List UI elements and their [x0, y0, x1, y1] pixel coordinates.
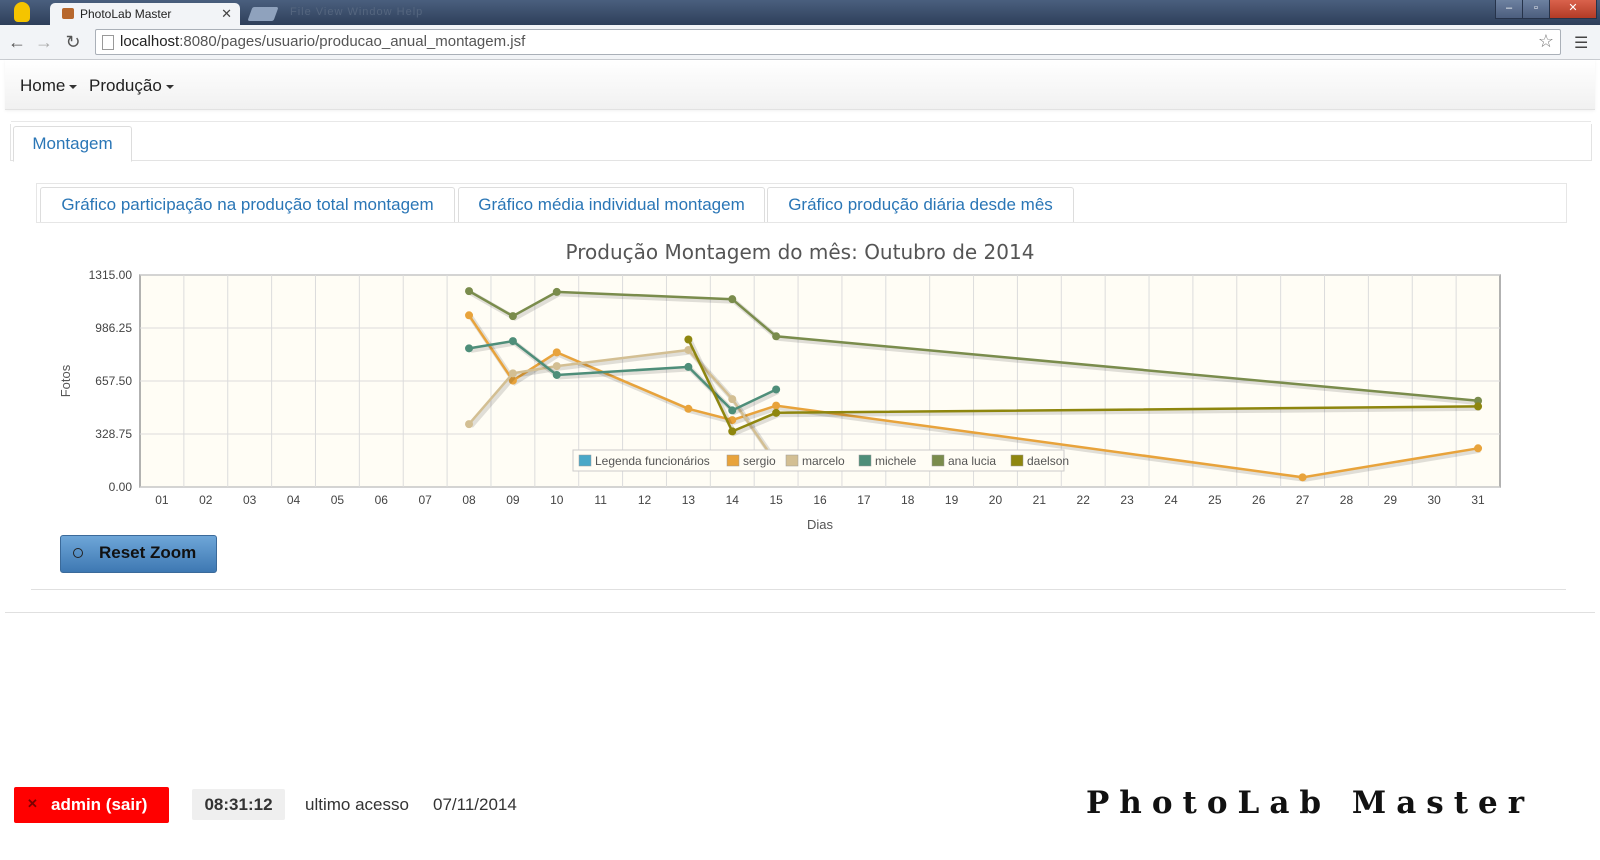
data-point: [684, 362, 693, 371]
data-point: [552, 348, 561, 357]
legend-label: daelson: [1027, 454, 1069, 468]
data-point: [508, 369, 517, 378]
last-access-label: ultimo acesso: [305, 795, 409, 814]
close-icon: ✕: [27, 796, 38, 811]
last-access-date: 07/11/2014: [433, 795, 517, 814]
data-point: [728, 395, 737, 404]
session-timer: 08:31:12: [192, 789, 285, 820]
x-tick-label: 23: [1120, 493, 1134, 507]
data-point: [1474, 402, 1483, 411]
x-tick-label: 31: [1471, 493, 1485, 507]
x-tick-label: 15: [769, 493, 783, 507]
data-point: [552, 370, 561, 379]
data-point: [465, 311, 474, 320]
x-tick-label: 22: [1077, 493, 1091, 507]
x-tick-label: 16: [813, 493, 827, 507]
data-point: [508, 312, 517, 321]
x-tick-label: 10: [550, 493, 564, 507]
data-point: [772, 332, 781, 341]
x-tick-label: 01: [155, 493, 169, 507]
production-chart: 0.00 328.75 657.50 986.25 1315.00 01 02 03 04 05 0…: [58, 268, 1501, 532]
data-point: [552, 287, 561, 296]
x-tick-label: 30: [1428, 493, 1442, 507]
x-tick-label: 02: [199, 493, 213, 507]
x-tick-label: 28: [1340, 493, 1354, 507]
data-point: [508, 337, 517, 346]
legend-swatch: [858, 454, 872, 467]
data-point: [465, 287, 474, 296]
x-tick-label: 04: [287, 493, 301, 507]
divider: [31, 589, 1566, 590]
x-tick-label: 24: [1164, 493, 1178, 507]
chart-legend: Legenda funcionários sergio marcelo michele…: [572, 449, 1069, 472]
x-tick-label: 27: [1296, 493, 1310, 507]
x-tick-label: 20: [989, 493, 1003, 507]
legend-swatch: [578, 454, 592, 467]
y-tick-label: 0.00: [109, 480, 133, 494]
divider: [5, 612, 1595, 613]
legend-label: michele: [875, 454, 917, 468]
x-tick-label: 19: [945, 493, 959, 507]
brand-logo-text: PhotoLab Master: [1086, 785, 1535, 821]
x-tick-label: 29: [1384, 493, 1398, 507]
x-axis-label: Dias: [807, 517, 834, 532]
y-tick-label: 1315.00: [89, 268, 133, 282]
x-tick-label: 13: [682, 493, 696, 507]
data-point: [1298, 473, 1307, 482]
legend-swatch: [726, 454, 740, 467]
data-point: [684, 404, 693, 413]
data-point: [552, 362, 561, 371]
x-tick-label: 14: [726, 493, 740, 507]
x-tick-label: 21: [1033, 493, 1047, 507]
reset-icon: [73, 548, 83, 558]
x-tick-label: 05: [331, 493, 345, 507]
data-point: [728, 406, 737, 415]
data-point: [772, 401, 781, 410]
data-point: [465, 420, 474, 429]
data-point: [465, 344, 474, 353]
x-tick-label: 17: [857, 493, 871, 507]
legend-label: Legenda funcionários: [595, 454, 710, 468]
x-tick-label: 09: [506, 493, 520, 507]
data-point: [728, 427, 737, 436]
y-tick-label: 328.75: [95, 427, 132, 441]
x-tick-label: 06: [375, 493, 389, 507]
legend-label: marcelo: [802, 454, 845, 468]
y-axis-label: Fotos: [58, 364, 73, 397]
x-tick-label: 12: [638, 493, 652, 507]
x-tick-label: 07: [418, 493, 432, 507]
legend-swatch: [931, 454, 945, 467]
data-point: [728, 295, 737, 304]
data-point: [772, 408, 781, 417]
legend-label: sergio: [743, 454, 776, 468]
x-tick-label: 03: [243, 493, 257, 507]
data-point: [772, 385, 781, 394]
legend-swatch: [785, 454, 799, 467]
logout-button[interactable]: ✕ admin (sair): [14, 787, 169, 823]
x-tick-label: 08: [462, 493, 476, 507]
x-tick-label: 18: [901, 493, 915, 507]
x-tick-label: 11: [594, 493, 607, 507]
x-tick-label: 25: [1208, 493, 1222, 507]
y-tick-label: 657.50: [95, 374, 132, 388]
x-tick-label: 26: [1252, 493, 1266, 507]
data-point: [1474, 444, 1483, 453]
reset-zoom-button[interactable]: Reset Zoom: [60, 535, 217, 573]
legend-label: ana lucia: [948, 454, 996, 468]
y-tick-label: 986.25: [95, 321, 132, 335]
legend-swatch: [1010, 454, 1024, 467]
data-point: [684, 335, 693, 344]
